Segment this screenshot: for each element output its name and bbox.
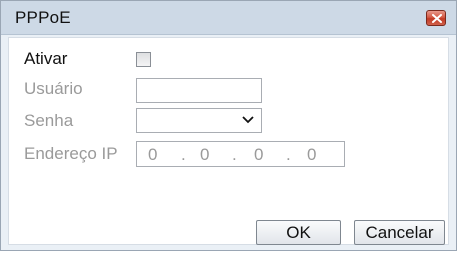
ip-separator: . <box>232 145 237 164</box>
dialog-title: PPPoE <box>15 8 71 27</box>
password-dropdown[interactable] <box>136 108 262 133</box>
close-icon <box>432 14 442 23</box>
password-label: Senha <box>24 111 74 130</box>
dialog-content: Ativar Usuário Senha Endereço IP 0 . 0 .… <box>8 37 449 245</box>
ok-button[interactable]: OK <box>256 220 341 245</box>
ip-separator: . <box>181 145 186 164</box>
title-bar[interactable]: PPPoE <box>1 1 456 35</box>
ip-address-field[interactable]: 0 . 0 . 0 . 0 <box>136 141 345 167</box>
cancel-button[interactable]: Cancelar <box>354 220 445 245</box>
ip-separator: . <box>286 145 291 164</box>
ip-octet-4[interactable]: 0 <box>307 145 316 165</box>
pppoe-dialog: PPPoE Ativar Usuário Senha Endereço IP 0… <box>0 0 457 251</box>
enable-label: Ativar <box>24 49 68 68</box>
chevron-down-icon <box>242 116 254 124</box>
ip-octet-3[interactable]: 0 <box>254 145 263 165</box>
close-button[interactable] <box>426 10 446 26</box>
user-label: Usuário <box>24 79 83 98</box>
enable-checkbox[interactable] <box>136 52 151 67</box>
user-input[interactable] <box>136 78 262 103</box>
ip-octet-1[interactable]: 0 <box>148 145 157 165</box>
ip-label: Endereço IP <box>24 144 118 163</box>
ip-octet-2[interactable]: 0 <box>200 145 209 165</box>
